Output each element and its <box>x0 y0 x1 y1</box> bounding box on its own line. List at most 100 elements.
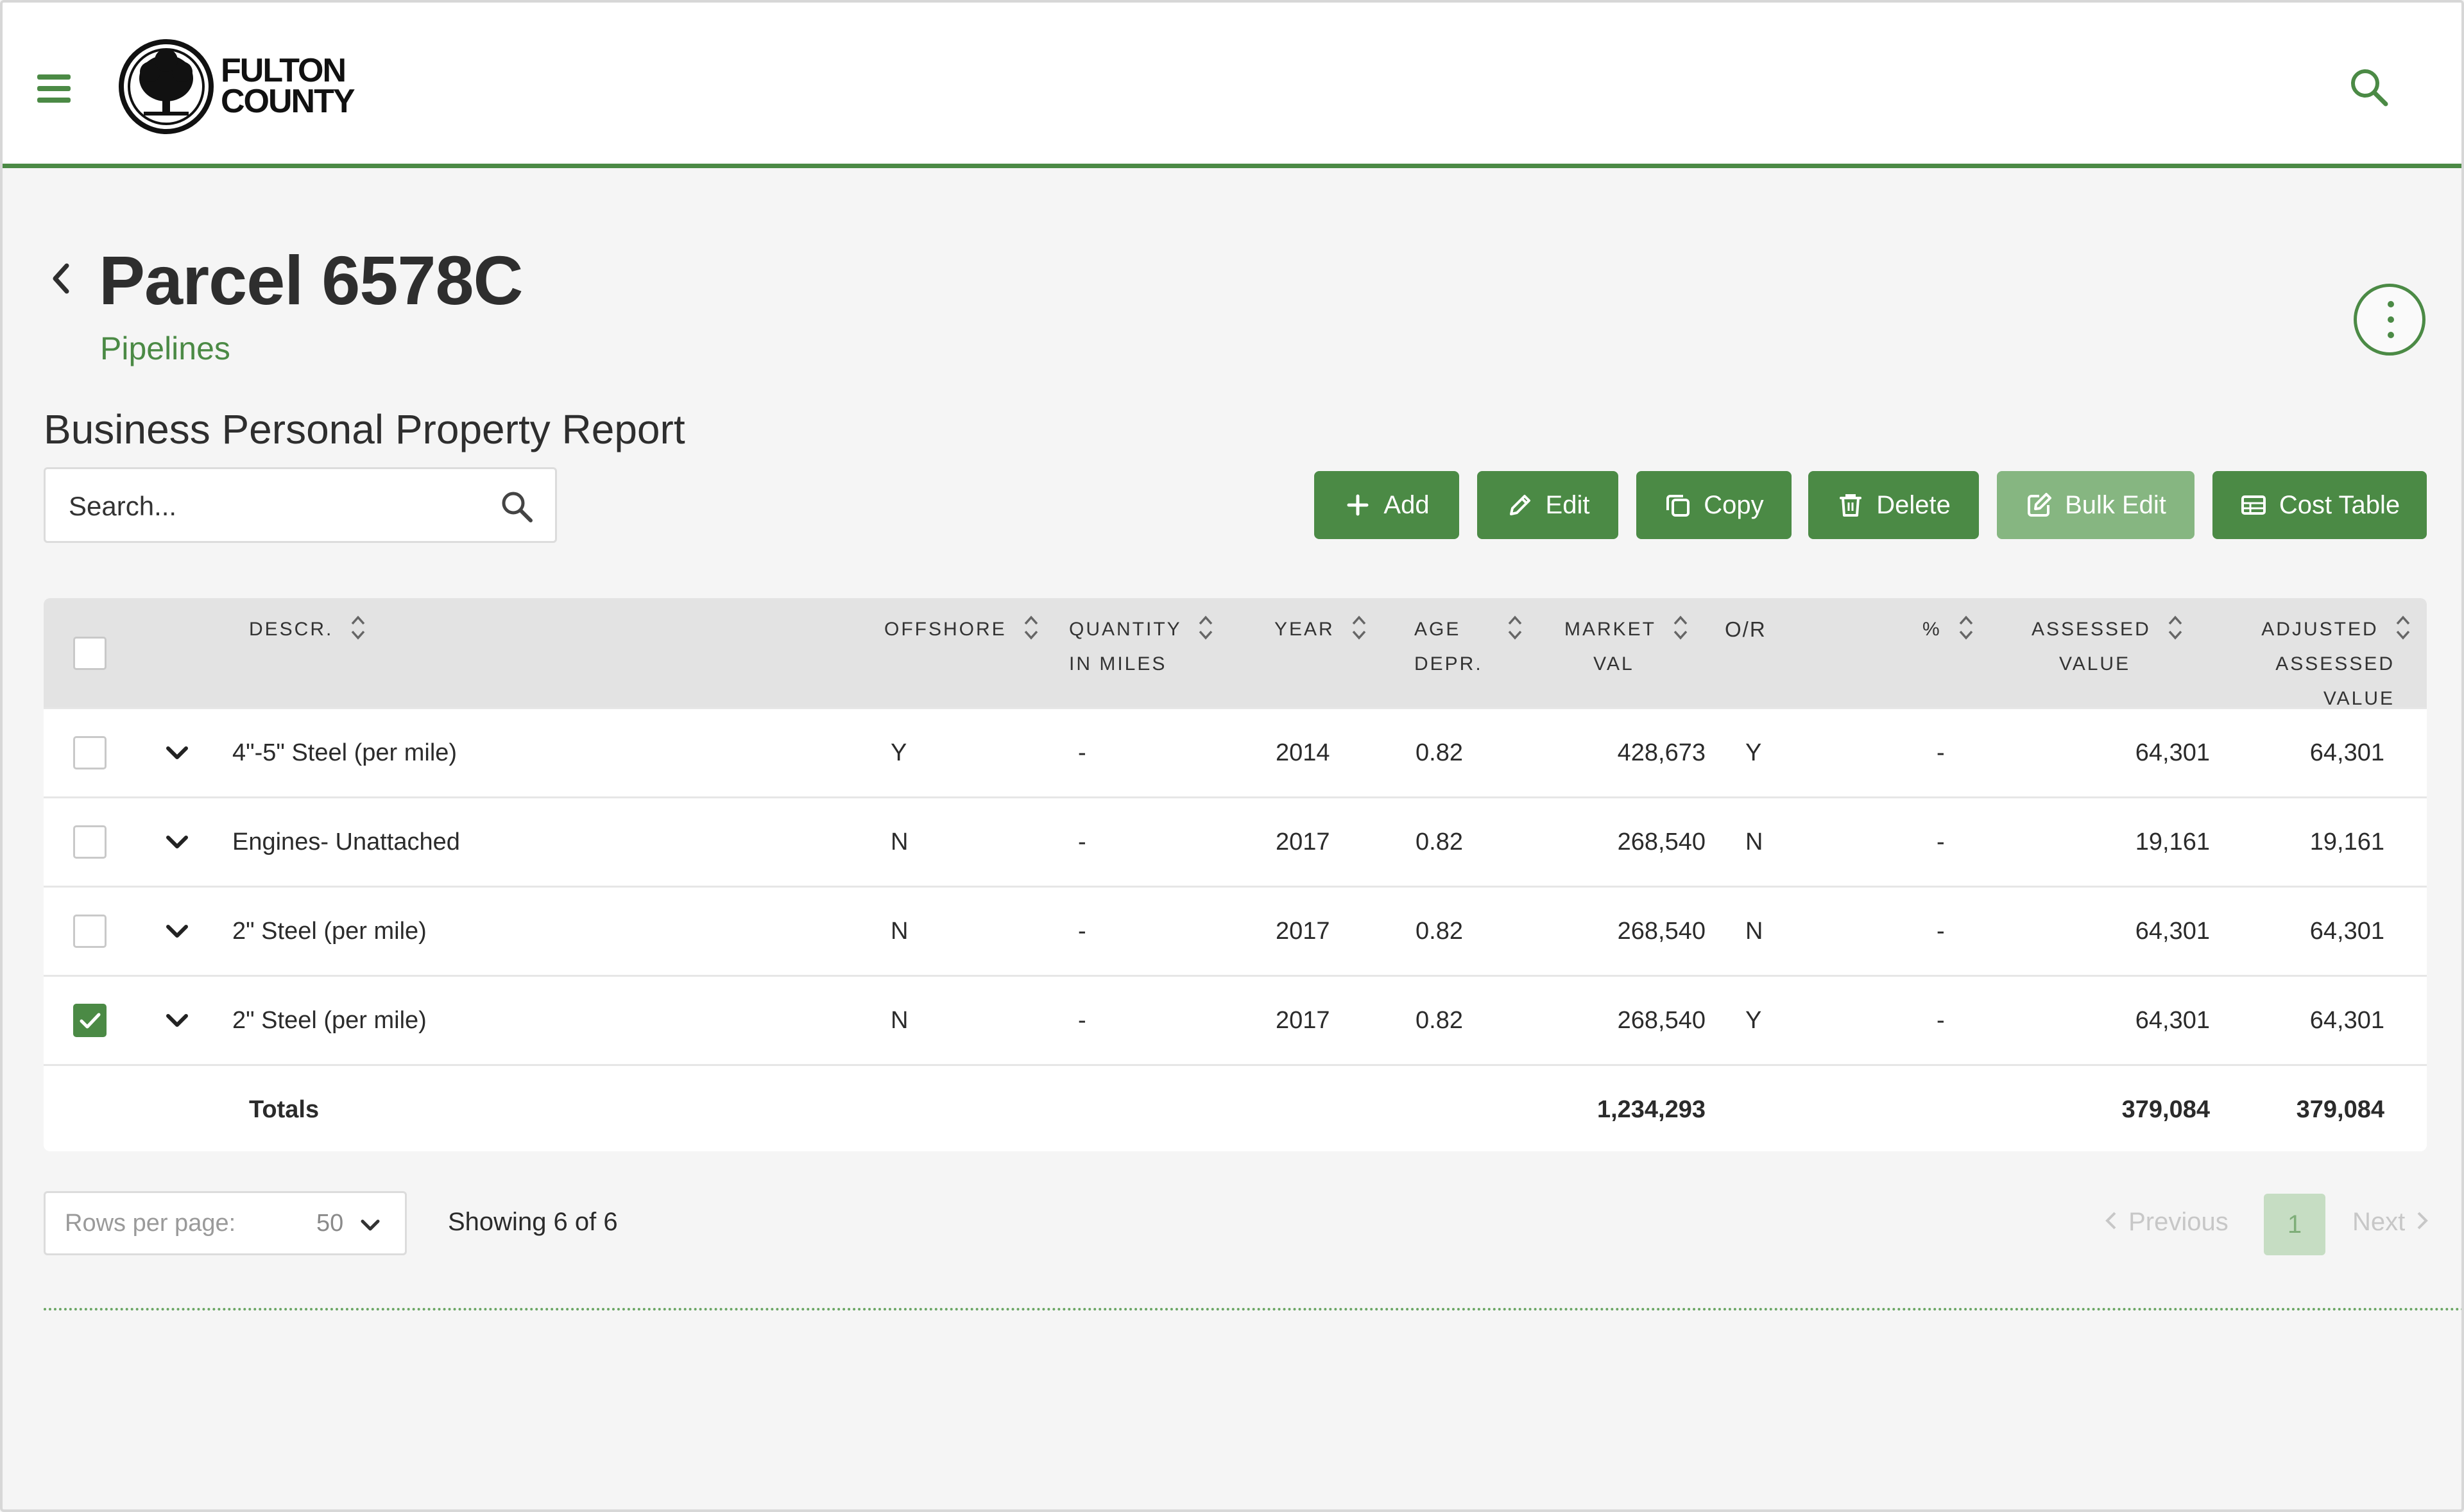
column-header-year[interactable]: YEAR <box>1274 612 1367 647</box>
column-header-age-label: AGE <box>1414 619 1461 640</box>
cell-market-val: 268,540 <box>1617 829 1706 855</box>
chevron-down-icon[interactable] <box>163 1006 191 1035</box>
column-header-age-depr[interactable]: AGE DEPR. <box>1414 612 1523 682</box>
select-all-checkbox[interactable] <box>73 637 107 670</box>
sort-icon[interactable] <box>1672 614 1689 642</box>
copy-button-label: Copy <box>1704 490 1764 519</box>
cell-age-depr: 0.82 <box>1416 829 1463 855</box>
column-header-adjusted-label: ADJUSTED <box>2261 619 2379 640</box>
chevron-down-icon[interactable] <box>163 828 191 856</box>
cell-market-val: 268,540 <box>1617 1007 1706 1034</box>
cell-assessed-value: 64,301 <box>2135 918 2210 945</box>
row-checkbox[interactable] <box>73 825 107 859</box>
page-number-button[interactable]: 1 <box>2264 1194 2325 1255</box>
cell-or: Y <box>1745 1007 1762 1034</box>
column-header-percent[interactable]: % <box>1922 612 1974 647</box>
report-title: Business Personal Property Report <box>44 406 685 452</box>
add-button[interactable]: Add <box>1314 471 1459 539</box>
column-header-or[interactable]: O/R <box>1725 612 1767 647</box>
sort-icon[interactable] <box>350 614 366 642</box>
column-header-descr[interactable]: DESCR. <box>249 612 366 647</box>
next-page-button[interactable]: Next <box>2352 1208 2431 1237</box>
copy-button[interactable]: Copy <box>1636 471 1792 539</box>
cell-age-depr: 0.82 <box>1416 1007 1463 1034</box>
table-row[interactable]: Engines- Unattached N - 2017 0.82 268,54… <box>44 796 2427 886</box>
sort-icon[interactable] <box>1958 614 1974 642</box>
top-navbar: FULTON COUNTY <box>3 3 2461 168</box>
cell-market-val: 428,673 <box>1617 739 1706 766</box>
column-header-quantity[interactable]: QUANTITY IN MILES <box>1069 612 1214 682</box>
sort-icon[interactable] <box>2395 614 2411 642</box>
cell-age-depr: 0.82 <box>1416 918 1463 945</box>
column-header-quantity-sublabel: IN MILES <box>1069 653 1167 674</box>
column-header-adjusted-sublabel: ASSESSED VALUE <box>2275 653 2395 709</box>
next-page-label: Next <box>2352 1208 2406 1236</box>
cell-offshore: N <box>891 829 909 855</box>
rows-per-page-select[interactable]: Rows per page: 50 <box>44 1191 407 1255</box>
cell-adjusted-assessed-value: 64,301 <box>2309 1007 2384 1034</box>
cell-percent: - <box>1937 739 1945 766</box>
table-row[interactable]: 2" Steel (per mile) N - 2017 0.82 268,54… <box>44 975 2427 1064</box>
cell-offshore: Y <box>891 739 907 766</box>
cell-percent: - <box>1937 1007 1945 1034</box>
column-header-assessed-value[interactable]: ASSESSED VALUE <box>2032 612 2184 682</box>
search-input[interactable] <box>69 487 479 526</box>
cell-age-depr: 0.82 <box>1416 739 1463 766</box>
table-row[interactable]: 4"-5" Steel (per mile) Y - 2014 0.82 428… <box>44 707 2427 796</box>
table-icon <box>2241 495 2266 515</box>
row-checkbox-checked[interactable] <box>73 1004 107 1037</box>
delete-button-label: Delete <box>1876 490 1951 519</box>
sort-icon[interactable] <box>1197 614 1214 642</box>
sort-icon[interactable] <box>1351 614 1367 642</box>
sort-icon[interactable] <box>2167 614 2184 642</box>
bulk-edit-button[interactable]: Bulk Edit <box>1997 471 2194 539</box>
cell-adjusted-assessed-value: 64,301 <box>2309 918 2384 945</box>
cell-assessed-value: 19,161 <box>2135 829 2210 855</box>
totals-market-val: 1,234,293 <box>1596 1096 1706 1123</box>
more-options-button[interactable] <box>2354 284 2426 356</box>
cell-quantity: - <box>1078 918 1086 945</box>
back-chevron-icon[interactable] <box>46 258 74 299</box>
table-row[interactable]: 2" Steel (per mile) N - 2017 0.82 268,54… <box>44 886 2427 975</box>
cell-or: N <box>1745 918 1763 945</box>
page-title: Parcel 6578C <box>99 241 524 319</box>
table-header: DESCR. OFFSHORE QUANTITY IN MILES YEAR A… <box>44 598 2427 709</box>
column-header-offshore[interactable]: OFFSHORE <box>884 612 1040 647</box>
sort-icon[interactable] <box>1507 614 1523 642</box>
previous-page-button[interactable]: Previous <box>2102 1208 2229 1237</box>
cell-descr: 2" Steel (per mile) <box>232 918 427 945</box>
column-header-assessed-label: ASSESSED <box>2032 619 2151 640</box>
column-header-adjusted-assessed-value[interactable]: ADJUSTED ASSESSED VALUE <box>2202 612 2411 716</box>
row-checkbox[interactable] <box>73 915 107 948</box>
hamburger-icon[interactable] <box>37 74 71 103</box>
logo-line-1: FULTON <box>221 52 346 89</box>
cell-assessed-value: 64,301 <box>2135 739 2210 766</box>
column-header-market-label: MARKET <box>1564 619 1656 640</box>
column-header-year-label: YEAR <box>1274 619 1335 640</box>
trash-icon <box>1840 494 1862 517</box>
cell-quantity: - <box>1078 1007 1086 1034</box>
edit-button[interactable]: Edit <box>1477 471 1618 539</box>
chevron-down-icon[interactable] <box>163 917 191 945</box>
previous-page-label: Previous <box>2128 1208 2229 1236</box>
column-header-age-sublabel: DEPR. <box>1414 653 1483 674</box>
search-icon[interactable] <box>499 488 535 524</box>
row-checkbox[interactable] <box>73 736 107 769</box>
sort-icon[interactable] <box>1023 614 1040 642</box>
cell-or: Y <box>1745 739 1762 766</box>
column-header-market-val[interactable]: MARKET VAL <box>1564 612 1689 682</box>
cell-offshore: N <box>891 918 909 945</box>
cell-adjusted-assessed-value: 19,161 <box>2309 829 2384 855</box>
search-field[interactable] <box>44 467 557 543</box>
column-header-quantity-label: QUANTITY <box>1069 619 1182 640</box>
cell-adjusted-assessed-value: 64,301 <box>2309 739 2384 766</box>
search-icon[interactable] <box>2346 64 2392 110</box>
cost-table-button-label: Cost Table <box>2279 490 2400 519</box>
tree-seal-icon <box>119 39 214 134</box>
fulton-county-logo[interactable]: FULTON COUNTY <box>118 39 355 135</box>
chevron-right-icon <box>2417 1212 2429 1230</box>
rows-per-page-value: 50 <box>316 1210 344 1237</box>
delete-button[interactable]: Delete <box>1808 471 1979 539</box>
chevron-down-icon[interactable] <box>163 739 191 767</box>
cost-table-button[interactable]: Cost Table <box>2212 471 2427 539</box>
